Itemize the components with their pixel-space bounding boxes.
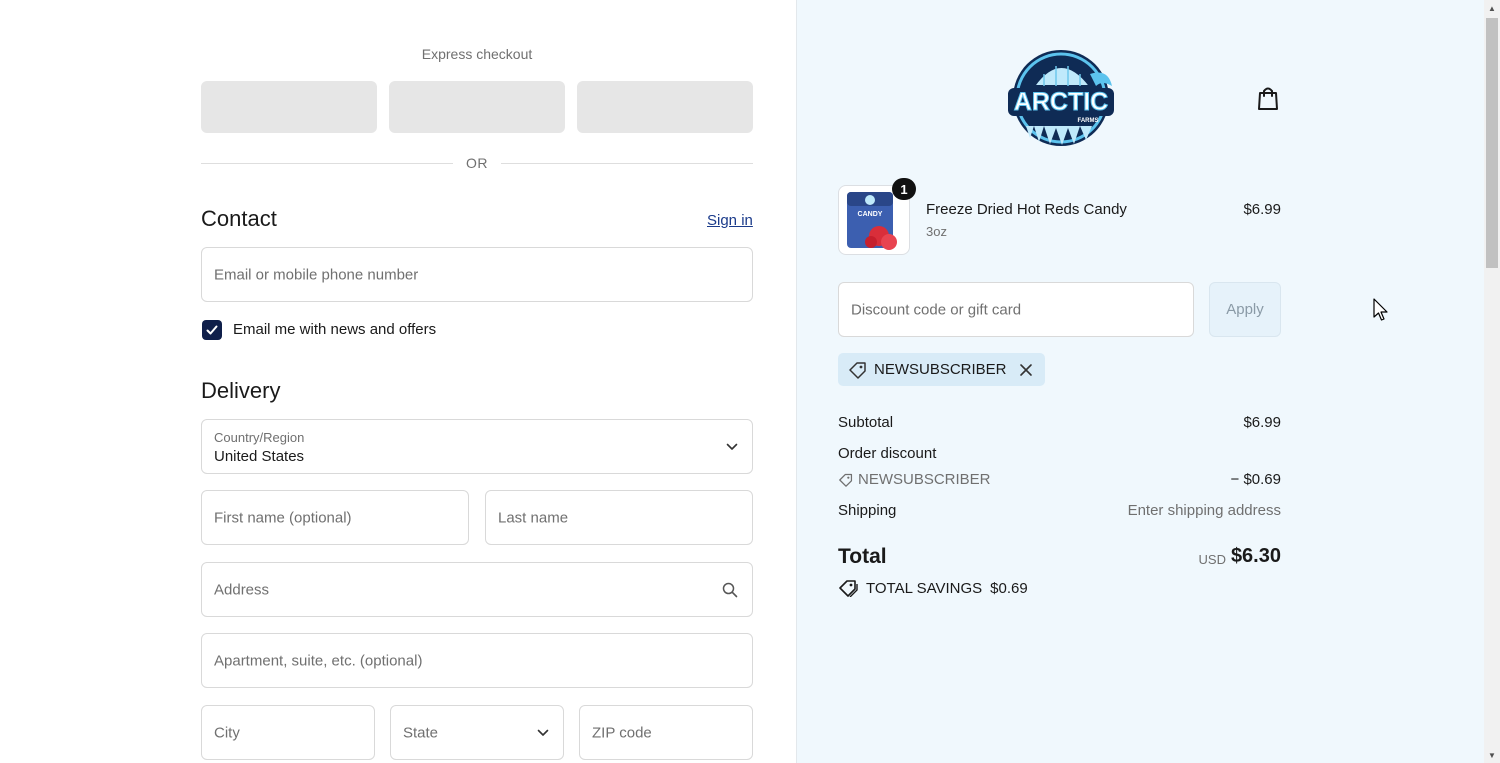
city-placeholder: City <box>214 724 240 741</box>
city-field[interactable]: City <box>201 705 375 760</box>
discount-code-row: NEWSUBSCRIBER <box>838 471 991 488</box>
total-currency: USD <box>1198 552 1226 567</box>
country-select[interactable]: Country/Region United States <box>201 419 753 474</box>
total-savings: TOTAL SAVINGS $0.69 <box>838 579 1028 597</box>
newsletter-label: Email me with news and offers <box>233 321 437 338</box>
check-icon <box>206 325 218 335</box>
apartment-placeholder: Apartment, suite, etc. (optional) <box>214 652 423 669</box>
scroll-up-arrow[interactable]: ▲ <box>1484 0 1500 16</box>
checkout-form-panel: Express checkout OR Contact Sign in Emai… <box>0 0 796 763</box>
tags-icon <box>839 580 858 597</box>
total-label: Total <box>838 545 887 568</box>
address-placeholder: Address <box>214 581 270 598</box>
product-name: Freeze Dried Hot Reds Candy <box>926 201 1127 218</box>
express-pay-button-2[interactable] <box>389 81 565 133</box>
email-field[interactable]: Email or mobile phone number <box>201 247 753 302</box>
discount-placeholder: Discount code or gift card <box>851 301 1022 318</box>
chevron-down-icon <box>726 443 738 450</box>
discount-code-field[interactable]: Discount code or gift card <box>838 282 1194 337</box>
divider-right <box>501 163 753 164</box>
contact-title: Contact <box>201 206 277 231</box>
last-name-placeholder: Last name <box>498 509 569 526</box>
shopping-bag-icon[interactable] <box>1256 85 1280 111</box>
chevron-down-icon <box>537 729 549 736</box>
total-value: $6.30 <box>1230 545 1281 567</box>
divider-left <box>201 163 453 164</box>
last-name-field[interactable]: Last name <box>485 490 753 545</box>
newsletter-checkbox[interactable] <box>202 320 222 340</box>
search-icon <box>722 582 738 597</box>
or-divider-text: OR <box>466 155 488 171</box>
product-price: $6.99 <box>1243 201 1281 218</box>
arctic-farms-logo[interactable]: ARCTIC FARMS <box>1004 46 1118 148</box>
apply-discount-button[interactable]: Apply <box>1209 282 1281 337</box>
email-placeholder: Email or mobile phone number <box>214 266 419 283</box>
zip-placeholder: ZIP code <box>592 724 652 741</box>
state-select[interactable]: State <box>390 705 564 760</box>
subtotal-value: $6.99 <box>1243 414 1281 431</box>
delivery-title: Delivery <box>201 378 281 403</box>
state-placeholder: State <box>403 724 439 741</box>
first-name-placeholder: First name (optional) <box>214 509 352 526</box>
logo-wordmark: ARCTIC <box>1014 88 1108 116</box>
tag-icon <box>839 473 853 487</box>
order-discount-label: Order discount <box>838 445 937 462</box>
candy-bag-label: CANDY <box>858 211 883 218</box>
product-variant: 3oz <box>926 224 947 239</box>
applied-discount-chip: NEWSUBSCRIBER <box>838 353 1045 386</box>
express-pay-button-1[interactable] <box>201 81 377 133</box>
apartment-field[interactable]: Apartment, suite, etc. (optional) <box>201 633 753 688</box>
express-pay-button-3[interactable] <box>577 81 753 133</box>
applied-code-label: NEWSUBSCRIBER <box>874 361 1007 378</box>
country-value: United States <box>214 448 305 465</box>
mouse-cursor-icon <box>1373 298 1388 321</box>
logo-subtext: FARMS <box>1078 118 1099 124</box>
savings-value: $0.69 <box>990 579 1028 597</box>
quantity-badge: 1 <box>892 178 916 200</box>
first-name-field[interactable]: First name (optional) <box>201 490 469 545</box>
address-field[interactable]: Address <box>201 562 753 617</box>
tag-icon <box>849 361 866 379</box>
scrollbar-thumb[interactable] <box>1486 18 1498 268</box>
zip-field[interactable]: ZIP code <box>579 705 753 760</box>
country-label: Country/Region <box>214 430 305 445</box>
shipping-label: Shipping <box>838 502 897 519</box>
express-checkout-label: Express checkout <box>421 46 533 62</box>
summary-discount-code: NEWSUBSCRIBER <box>858 471 991 488</box>
sign-in-link[interactable]: Sign in <box>707 212 753 229</box>
subtotal-label: Subtotal <box>838 414 894 431</box>
remove-discount-icon[interactable] <box>1019 363 1033 377</box>
shipping-value: Enter shipping address <box>1127 502 1281 519</box>
savings-label: TOTAL SAVINGS <box>866 579 983 597</box>
scroll-down-arrow[interactable]: ▼ <box>1484 747 1500 763</box>
discount-value: − $0.69 <box>1230 471 1281 488</box>
